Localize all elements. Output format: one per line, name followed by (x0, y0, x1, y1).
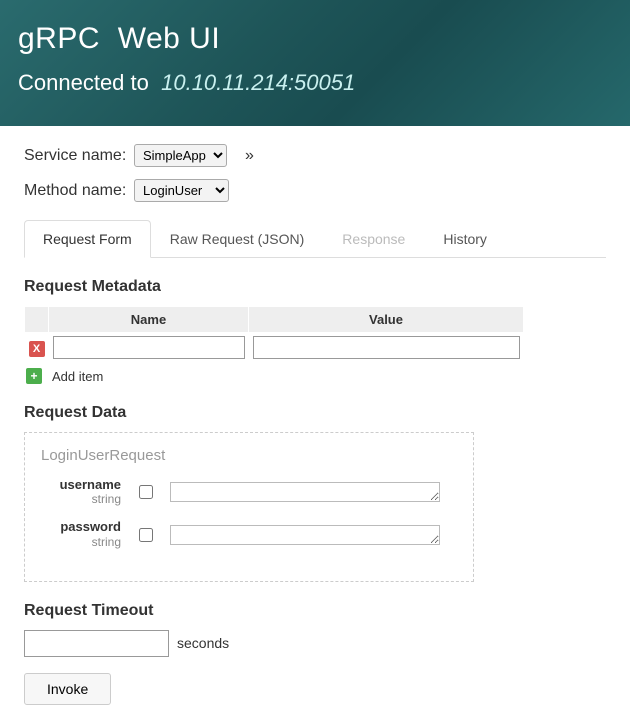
app-name: Web UI (118, 22, 220, 55)
field-name: username (41, 478, 121, 492)
service-name-label: Service name: (24, 147, 134, 165)
service-name-select[interactable]: SimpleApp (134, 144, 227, 167)
brand-text: gRPC (18, 22, 100, 55)
metadata-value-col: Value (249, 307, 524, 333)
field-row-username: username string (41, 478, 457, 506)
field-type: string (41, 493, 121, 506)
header-banner: gRPC Web UI Connected to 10.10.11.214:50… (0, 0, 630, 126)
invoke-button[interactable]: Invoke (24, 673, 111, 705)
request-timeout-heading: Request Timeout (24, 602, 606, 620)
field-value-input[interactable] (170, 482, 440, 502)
metadata-delete-button[interactable]: X (29, 341, 45, 357)
tabs-bar: Request Form Raw Request (JSON) Response… (24, 220, 606, 258)
request-data-heading: Request Data (24, 404, 606, 422)
metadata-add-label: Add item (52, 369, 103, 384)
metadata-name-input[interactable] (53, 336, 245, 359)
field-enable-checkbox[interactable] (139, 528, 153, 542)
metadata-value-input[interactable] (253, 336, 520, 359)
metadata-table: Name Value X (24, 306, 524, 362)
tab-raw-request[interactable]: Raw Request (JSON) (151, 220, 324, 258)
field-enable-checkbox[interactable] (139, 485, 153, 499)
metadata-row: X (25, 333, 524, 363)
tab-response: Response (323, 220, 424, 258)
field-value-input[interactable] (170, 525, 440, 545)
request-data-box: LoginUserRequest username string passwor… (24, 432, 474, 582)
tab-history[interactable]: History (424, 220, 506, 258)
server-address: 10.10.11.214:50051 (161, 70, 355, 95)
field-name: password (41, 520, 121, 534)
expand-methods-icon[interactable]: » (245, 147, 254, 165)
connected-label: Connected to (18, 70, 149, 95)
timeout-unit-label: seconds (177, 635, 229, 651)
metadata-add-button[interactable]: + (26, 368, 42, 384)
method-name-label: Method name: (24, 182, 134, 200)
timeout-input[interactable] (24, 630, 169, 657)
metadata-name-col: Name (49, 307, 249, 333)
connection-line: Connected to 10.10.11.214:50051 (18, 70, 612, 96)
tab-request-form[interactable]: Request Form (24, 220, 151, 258)
app-title: gRPC Web UI (18, 22, 612, 56)
request-metadata-heading: Request Metadata (24, 278, 606, 296)
field-type: string (41, 536, 121, 549)
field-row-password: password string (41, 520, 457, 548)
message-type-label: LoginUserRequest (41, 447, 457, 464)
method-name-select[interactable]: LoginUser (134, 179, 229, 202)
